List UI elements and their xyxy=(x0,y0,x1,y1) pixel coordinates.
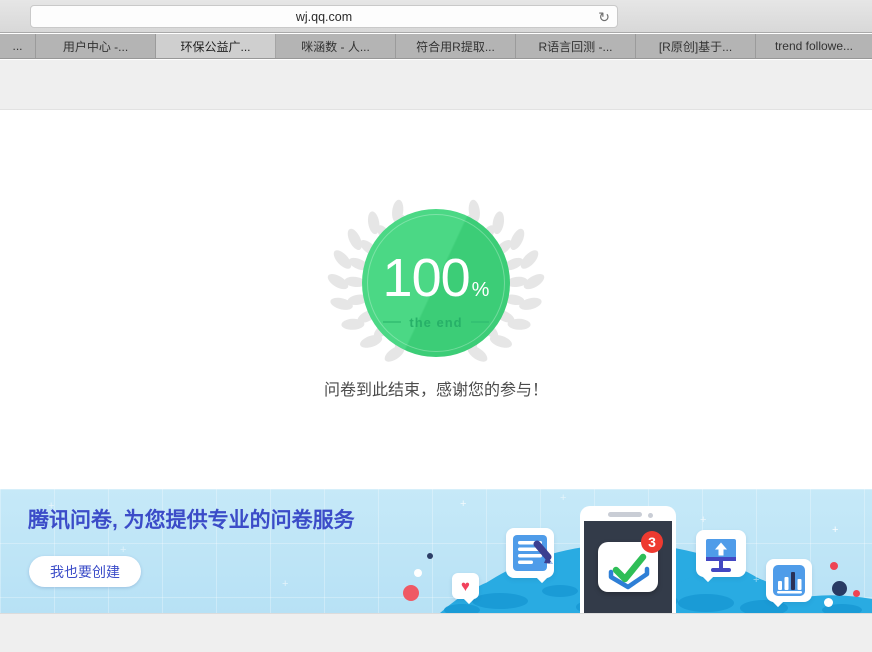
browser-window: wj.qq.com ↻ ... 用户中心 -... 环保公益广... 咪涵数 -… xyxy=(0,0,872,652)
decor-plus: + xyxy=(282,578,289,590)
decor-plus: + xyxy=(460,498,467,510)
the-end-caption: the end xyxy=(383,315,489,330)
progress-circle: 100% the end xyxy=(362,209,510,357)
browser-toolbar: wj.qq.com ↻ xyxy=(0,0,872,33)
document-bubble xyxy=(506,528,554,584)
tab-bar: ... 用户中心 -... 环保公益广... 咪涵数 - 人... 符合用R提取… xyxy=(0,34,872,59)
decor-dot xyxy=(414,569,422,577)
heart-icon: ♥ xyxy=(461,577,470,595)
decor-plus: + xyxy=(700,514,707,526)
progress-percent: 100% xyxy=(382,247,490,308)
dash-right xyxy=(470,321,489,323)
survey-header-band xyxy=(0,60,872,110)
bar-chart-icon xyxy=(773,565,805,596)
survey-app-icon: 3 xyxy=(598,531,663,592)
notification-badge: 3 xyxy=(641,531,663,553)
monitor-upload-icon xyxy=(706,539,736,572)
decor-plus: + xyxy=(560,492,567,504)
dash-left xyxy=(383,321,402,323)
decor-dot xyxy=(824,598,833,607)
bottom-strip xyxy=(0,613,872,652)
end-message: 问卷到此结束，感谢您的参与！ xyxy=(323,382,548,399)
heart-bubble: ♥ xyxy=(452,573,479,605)
phone-illustration: 3 xyxy=(580,506,676,613)
tab-4[interactable]: 符合用R提取... xyxy=(396,34,516,58)
decor-dot xyxy=(427,553,433,559)
tab-6[interactable]: [R原创]基于... xyxy=(636,34,756,58)
decor-dot xyxy=(832,581,847,596)
decor-plus: + xyxy=(753,574,760,586)
phone-speaker xyxy=(608,512,642,517)
decor-dot xyxy=(403,585,419,601)
tab-2-active[interactable]: 环保公益广... xyxy=(156,34,276,58)
address-bar[interactable]: wj.qq.com ↻ xyxy=(30,5,618,28)
tab-3[interactable]: 咪涵数 - 人... xyxy=(276,34,396,58)
decor-plus: + xyxy=(120,544,127,556)
bar-chart-bubble xyxy=(766,559,812,608)
decor-plus: + xyxy=(832,524,839,536)
tab-5[interactable]: R语言回测 -... xyxy=(516,34,636,58)
reload-icon[interactable]: ↻ xyxy=(598,9,610,26)
decor-dot xyxy=(853,590,860,597)
document-edit-icon xyxy=(513,535,553,571)
decor-dot xyxy=(830,562,838,570)
completion-badge: 100% the end xyxy=(316,195,556,371)
create-survey-button[interactable]: 我也要创建 xyxy=(29,556,141,587)
tab-1[interactable]: 用户中心 -... xyxy=(36,34,156,58)
percent-sign: % xyxy=(471,278,490,301)
url-text: wj.qq.com xyxy=(295,9,353,24)
phone-screen: 3 xyxy=(584,521,672,613)
phone-camera xyxy=(648,513,653,518)
monitor-upload-bubble xyxy=(696,530,746,583)
promo-banner: 腾讯问卷, 为您提供专业的问卷服务 我也要创建 ♥ 3 + + + + + + … xyxy=(0,489,872,613)
survey-page: 100% the end 问卷到此结束，感谢您的参与！ xyxy=(0,60,872,489)
tab-0[interactable]: ... xyxy=(0,34,36,58)
banner-headline: 腾讯问卷, 为您提供专业的问卷服务 xyxy=(28,509,355,532)
tab-7[interactable]: trend followe... xyxy=(756,34,872,58)
